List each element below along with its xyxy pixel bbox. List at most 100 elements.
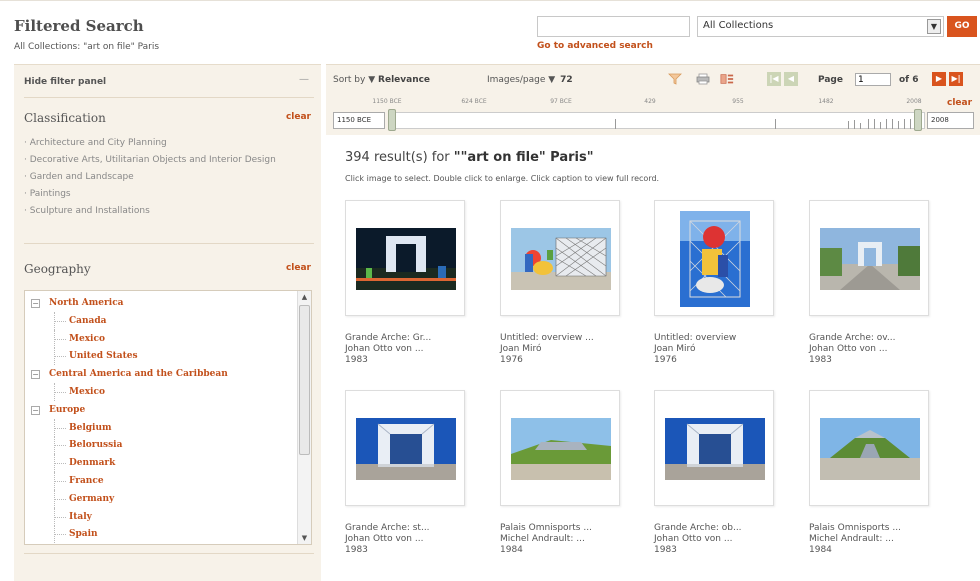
geography-country[interactable]: France: [25, 471, 295, 491]
caption-title[interactable]: Palais Omnisports ...: [500, 523, 592, 533]
geography-country[interactable]: Belorussia: [25, 436, 295, 455]
classification-item[interactable]: · Sculpture and Installations: [24, 206, 314, 217]
geography-country[interactable]: Germany: [25, 489, 295, 509]
page-number-input[interactable]: [855, 73, 891, 86]
last-page-button[interactable]: ▶|: [949, 72, 963, 86]
caption-artist[interactable]: Michel Andrault: ...: [500, 534, 585, 544]
geography-country[interactable]: Spain: [25, 525, 295, 544]
result-thumbnail[interactable]: [809, 390, 929, 506]
timeline-end-handle[interactable]: [914, 109, 922, 131]
caption-title[interactable]: Grande Arche: Gr...: [345, 333, 431, 343]
geography-region[interactable]: − Europe: [25, 402, 295, 420]
geography-label: Italy: [69, 511, 92, 522]
caption-year[interactable]: 1983: [345, 355, 368, 365]
caption-year[interactable]: 1984: [500, 545, 523, 555]
caption-artist[interactable]: Johan Otto von ...: [345, 344, 423, 354]
result-thumbnail[interactable]: [500, 390, 620, 506]
result-thumbnail[interactable]: [654, 200, 774, 316]
caption-title[interactable]: Grande Arche: ob...: [654, 523, 742, 533]
geography-scrollbar[interactable]: ▲ ▼: [297, 291, 311, 544]
sort-control[interactable]: Sort by ▼ Relevance: [333, 75, 430, 85]
geography-country[interactable]: Mexico: [25, 329, 295, 349]
geography-country[interactable]: Denmark: [25, 454, 295, 473]
geography-country[interactable]: Canada: [25, 311, 295, 331]
caption-title[interactable]: Grande Arche: st...: [345, 523, 430, 533]
timeline-end-field[interactable]: 2008: [927, 112, 974, 129]
collapse-icon[interactable]: —: [299, 74, 309, 85]
caption-artist[interactable]: Johan Otto von ...: [809, 344, 887, 354]
prev-page-button[interactable]: ◀: [784, 72, 798, 86]
caption-artist[interactable]: Joan Miró: [500, 344, 542, 354]
result-card[interactable]: Untitled: overview ... Joan Miró 1976: [500, 200, 640, 380]
geography-country[interactable]: Italy: [25, 507, 295, 527]
results-toolbar: Sort by ▼ Relevance Images/page ▼ 72 |◀ …: [326, 64, 980, 135]
caption-title[interactable]: Grande Arche: ov...: [809, 333, 895, 343]
scroll-down-icon[interactable]: ▼: [298, 532, 311, 544]
classification-clear-link[interactable]: clear: [286, 112, 311, 122]
caption-artist[interactable]: Johan Otto von ...: [345, 534, 423, 544]
geography-country[interactable]: Mexico: [25, 382, 295, 402]
result-card[interactable]: Untitled: overview Joan Miró 1976: [654, 200, 794, 380]
caption-year[interactable]: 1983: [654, 545, 677, 555]
caption-title[interactable]: Palais Omnisports ...: [809, 523, 901, 533]
chevron-down-icon[interactable]: ▼: [927, 19, 941, 34]
print-icon[interactable]: [696, 73, 710, 85]
view-toggle-icon[interactable]: [720, 73, 734, 85]
timeline-slider-track[interactable]: [389, 112, 925, 129]
collapse-minus-icon[interactable]: −: [31, 299, 40, 308]
result-thumbnail[interactable]: [500, 200, 620, 316]
result-card[interactable]: Grande Arche: ov... Johan Otto von ... 198…: [809, 200, 949, 380]
caption-year[interactable]: 1984: [809, 545, 832, 555]
artwork-image: [820, 228, 920, 290]
artwork-image: [356, 228, 456, 290]
advanced-search-link[interactable]: Go to advanced search: [537, 41, 653, 51]
caption-year[interactable]: 1983: [345, 545, 368, 555]
filter-icon[interactable]: [668, 73, 682, 85]
divider: [24, 97, 314, 98]
collapse-minus-icon[interactable]: −: [31, 405, 40, 415]
geography-label: North America: [49, 298, 124, 308]
geography-clear-link[interactable]: clear: [286, 263, 311, 273]
collapse-minus-icon[interactable]: −: [31, 370, 40, 380]
collection-select[interactable]: All Collections ▼: [697, 16, 944, 37]
go-button[interactable]: GO: [947, 16, 977, 37]
caption-year[interactable]: 1976: [500, 355, 523, 365]
caption-year[interactable]: 1976: [654, 355, 677, 365]
result-card[interactable]: Grande Arche: Gr... Johan Otto von ... 198…: [345, 200, 485, 380]
caption-artist[interactable]: Johan Otto von ...: [654, 534, 732, 544]
classification-item[interactable]: · Paintings: [24, 189, 314, 200]
scrollbar-thumb[interactable]: [299, 305, 310, 455]
caption-year[interactable]: 1983: [809, 355, 832, 365]
caption-artist[interactable]: Joan Miró: [654, 344, 696, 354]
scroll-up-icon[interactable]: ▲: [298, 291, 311, 303]
geography-country[interactable]: United States: [25, 347, 295, 366]
timeline-clear-link[interactable]: clear: [947, 98, 972, 108]
caption-artist[interactable]: Michel Andrault: ...: [809, 534, 894, 544]
geography-country[interactable]: Belgium: [25, 418, 295, 438]
classification-item[interactable]: · Decorative Arts, Utilitarian Objects a…: [24, 155, 314, 166]
result-card[interactable]: Palais Omnisports ... Michel Andrault: ..…: [500, 390, 640, 570]
result-card[interactable]: Grande Arche: ob... Johan Otto von ... 198…: [654, 390, 794, 570]
timeline-start-handle[interactable]: [388, 109, 396, 131]
search-input[interactable]: [537, 16, 690, 37]
result-thumbnail[interactable]: [345, 200, 465, 316]
caption-title[interactable]: Untitled: overview: [654, 333, 736, 343]
timeline-label: 624 BCE: [461, 98, 487, 105]
result-thumbnail[interactable]: [345, 390, 465, 506]
result-card[interactable]: Grande Arche: st... Johan Otto von ... 198…: [345, 390, 485, 570]
header: Filtered Search All Collections: "art on…: [0, 0, 980, 62]
hide-filter-panel-link[interactable]: Hide filter panel: [24, 77, 106, 87]
classification-item[interactable]: · Garden and Landscape: [24, 172, 314, 183]
result-card[interactable]: Palais Omnisports ... Michel Andrault: ..…: [809, 390, 949, 570]
geography-label: United States: [69, 351, 138, 362]
classification-item[interactable]: · Architecture and City Planning: [24, 138, 314, 149]
geography-region[interactable]: − Central America and the Caribbean: [25, 366, 295, 384]
images-per-page-control[interactable]: Images/page ▼ 72: [487, 75, 573, 85]
next-page-button[interactable]: ▶: [932, 72, 946, 86]
result-thumbnail[interactable]: [809, 200, 929, 316]
first-page-button[interactable]: |◀: [767, 72, 781, 86]
caption-title[interactable]: Untitled: overview ...: [500, 333, 594, 343]
geography-region[interactable]: − North America: [25, 295, 295, 313]
timeline-start-field[interactable]: 1150 BCE: [333, 112, 385, 129]
result-thumbnail[interactable]: [654, 390, 774, 506]
